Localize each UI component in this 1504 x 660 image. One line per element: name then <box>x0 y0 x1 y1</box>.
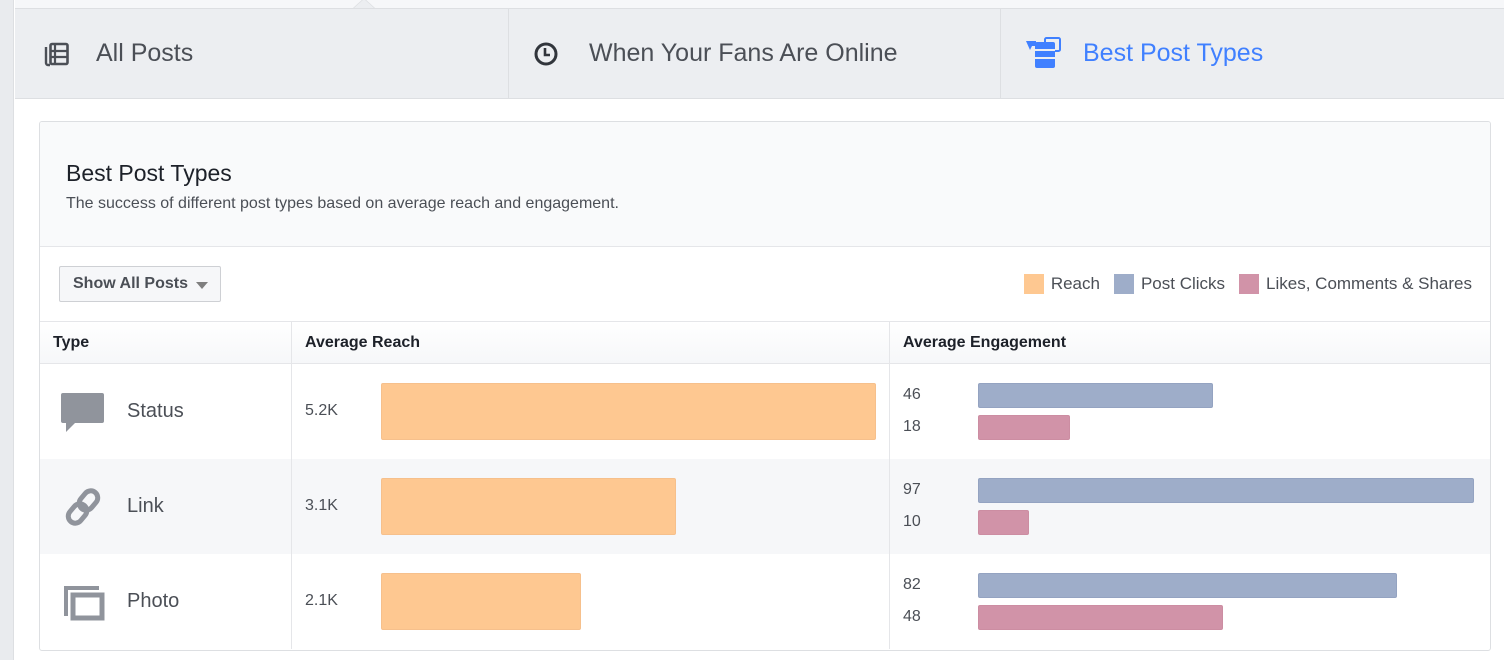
link-icon <box>61 485 105 529</box>
table-row[interactable]: Status 5.2K 46 18 <box>40 364 1490 459</box>
post-clicks-bar <box>978 383 1213 408</box>
tab-bar: All Posts When Your Fans Are Online Best… <box>15 9 1504 99</box>
tab-when-fans-online-label: When Your Fans Are Online <box>589 39 898 67</box>
likes-bar <box>978 510 1029 535</box>
chart-legend: Reach Post Clicks Likes, Comments & Shar… <box>1010 274 1472 294</box>
list-icon <box>44 41 70 67</box>
legend-label-reach: Reach <box>1050 274 1100 293</box>
likes-value: 10 <box>903 513 921 530</box>
toolbar: Show All Posts Reach Post Clicks Likes, … <box>40 247 1490 322</box>
post-types-icon <box>1025 35 1063 73</box>
legend-item-likes: Likes, Comments & Shares <box>1239 274 1472 294</box>
tab-all-posts[interactable]: All Posts <box>15 9 509 98</box>
engagement-cell: 97 10 <box>890 459 1490 554</box>
reach-cell: 3.1K <box>292 459 890 554</box>
card-subtitle: The success of different post types base… <box>66 195 619 212</box>
card-title: Best Post Types <box>66 160 232 186</box>
reach-bar <box>381 573 581 630</box>
post-clicks-value: 82 <box>903 576 921 593</box>
likes-value: 18 <box>903 418 921 435</box>
reach-bar <box>381 383 876 440</box>
table-row[interactable]: Link 3.1K 97 10 <box>40 459 1490 554</box>
post-clicks-bar <box>978 478 1474 503</box>
show-all-posts-dropdown[interactable]: Show All Posts <box>59 266 221 302</box>
photo-icon <box>61 580 105 624</box>
dropdown-label: Show All Posts <box>73 275 188 292</box>
table-row[interactable]: Photo 2.1K 82 48 <box>40 554 1490 649</box>
table-body: Status 5.2K 46 18 Link 3.1K 97 10 Photo … <box>40 364 1490 649</box>
likes-bar <box>978 415 1070 440</box>
legend-swatch-post-clicks <box>1113 274 1134 294</box>
type-label: Link <box>127 495 164 517</box>
column-header-average-reach[interactable]: Average Reach <box>292 322 890 363</box>
tab-best-post-types[interactable]: Best Post Types <box>1001 9 1504 98</box>
reach-value: 2.1K <box>305 592 338 609</box>
post-clicks-value: 97 <box>903 481 921 498</box>
type-label: Status <box>127 400 184 422</box>
post-clicks-value: 46 <box>903 386 921 403</box>
likes-value: 48 <box>903 608 921 625</box>
legend-swatch-reach <box>1023 274 1044 294</box>
chevron-down-icon <box>195 281 208 289</box>
legend-item-post-clicks: Post Clicks <box>1113 274 1226 294</box>
column-header-type[interactable]: Type <box>40 322 292 363</box>
best-post-types-card: Best Post Types The success of different… <box>39 121 1491 651</box>
likes-bar <box>978 605 1223 630</box>
engagement-cell: 82 48 <box>890 554 1490 649</box>
type-cell: Link <box>40 459 292 554</box>
reach-bar <box>381 478 676 535</box>
legend-label-likes: Likes, Comments & Shares <box>1266 274 1472 293</box>
tab-pointer-caret <box>353 0 375 8</box>
type-label: Photo <box>127 590 180 612</box>
tab-when-fans-online[interactable]: When Your Fans Are Online <box>509 9 1001 98</box>
reach-cell: 5.2K <box>292 364 890 459</box>
page: All Posts When Your Fans Are Online Best… <box>0 0 1504 660</box>
type-cell: Photo <box>40 554 292 649</box>
top-strip <box>15 0 1504 9</box>
legend-swatch-likes <box>1239 274 1260 294</box>
card-header: Best Post Types The success of different… <box>40 122 1490 247</box>
reach-value: 5.2K <box>305 402 338 419</box>
reach-cell: 2.1K <box>292 554 890 649</box>
left-rail <box>0 0 14 660</box>
status-icon <box>61 390 105 434</box>
reach-value: 3.1K <box>305 497 338 514</box>
tab-best-post-types-label: Best Post Types <box>1083 39 1264 67</box>
post-clicks-bar <box>978 573 1397 598</box>
legend-label-post-clicks: Post Clicks <box>1140 274 1226 293</box>
clock-icon <box>533 41 559 67</box>
column-header-average-engagement[interactable]: Average Engagement <box>890 322 1490 363</box>
table-header: Type Average Reach Average Engagement <box>40 322 1490 364</box>
tab-all-posts-label: All Posts <box>96 39 194 67</box>
type-cell: Status <box>40 364 292 459</box>
engagement-cell: 46 18 <box>890 364 1490 459</box>
legend-item-reach: Reach <box>1023 274 1100 294</box>
